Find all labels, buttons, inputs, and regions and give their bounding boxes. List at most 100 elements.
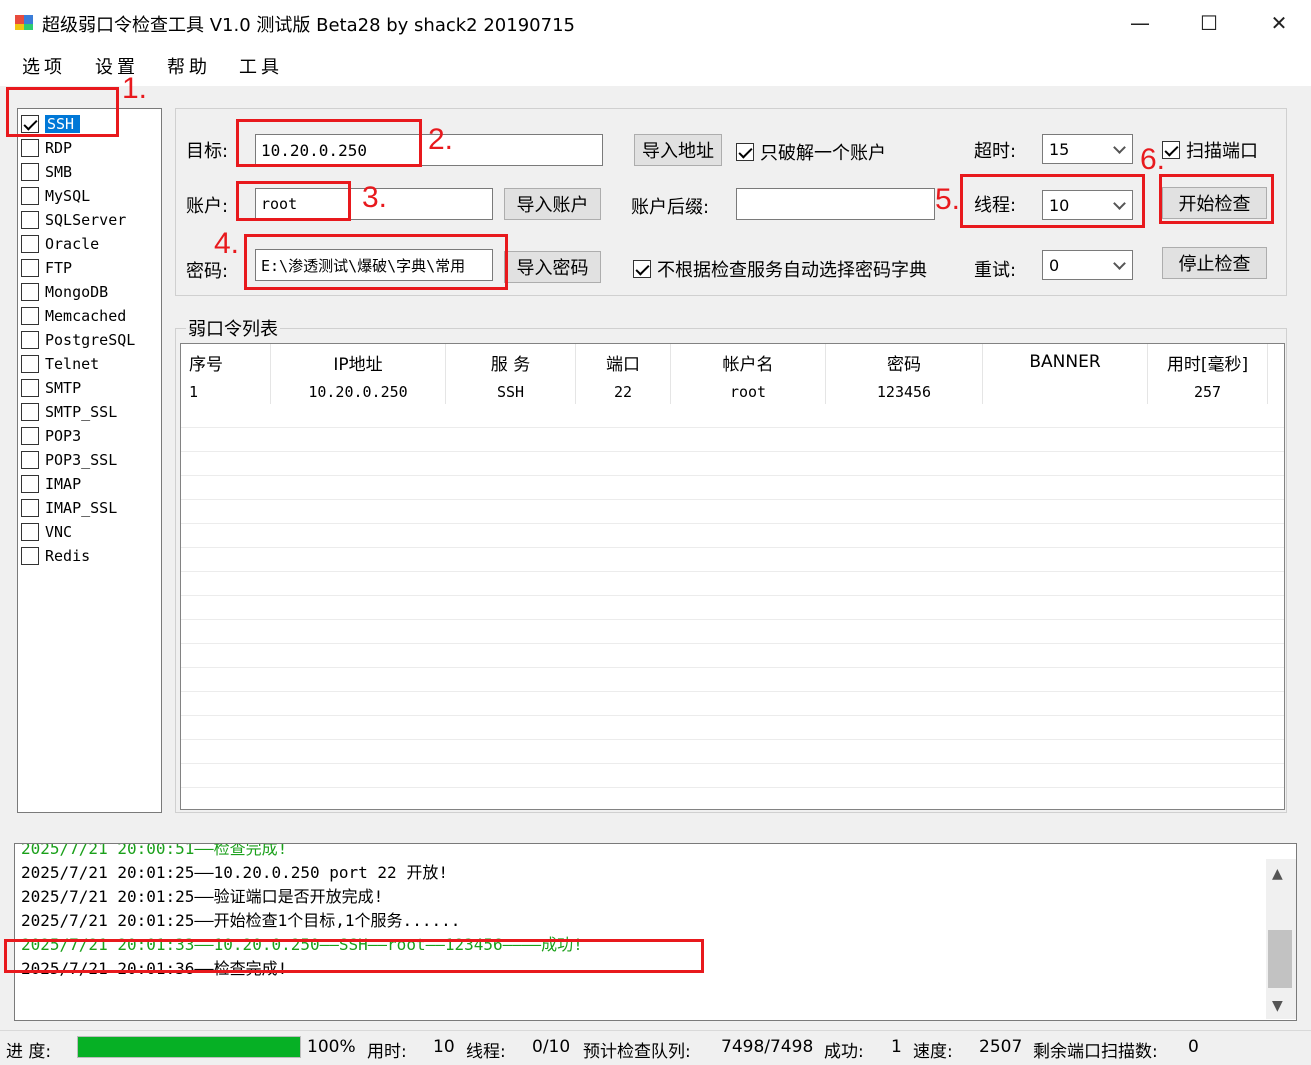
service-item-postgresql[interactable]: PostgreSQL bbox=[21, 329, 159, 351]
scan-port-label: 扫描端口 bbox=[1186, 141, 1258, 162]
service-label: Telnet bbox=[45, 355, 100, 373]
threads-status-label: 线程: bbox=[466, 1042, 506, 1062]
column-header[interactable]: 密码 bbox=[826, 344, 983, 380]
maximize-icon: ☐ bbox=[1200, 11, 1218, 35]
service-item-mysql[interactable]: MySQL bbox=[21, 185, 159, 207]
checkbox-icon[interactable] bbox=[21, 475, 39, 493]
import-password-button[interactable]: 导入密码 bbox=[504, 251, 601, 283]
checkbox-icon[interactable] bbox=[21, 523, 39, 541]
minimize-icon: — bbox=[1130, 11, 1150, 35]
timeout-select[interactable]: 15 bbox=[1042, 134, 1133, 164]
log-scrollbar-thumb[interactable] bbox=[1268, 930, 1292, 988]
service-label: Oracle bbox=[45, 235, 100, 253]
checkbox-icon[interactable] bbox=[21, 427, 39, 445]
log-panel[interactable]: 2025/7/21 20:00:51——检查完成! 2025/7/21 20:01… bbox=[14, 843, 1297, 1021]
service-label: VNC bbox=[45, 523, 73, 541]
suffix-input[interactable] bbox=[736, 188, 935, 220]
checkbox-icon[interactable] bbox=[21, 163, 39, 181]
column-header[interactable]: BANNER bbox=[983, 344, 1148, 380]
checkbox-icon bbox=[633, 260, 651, 278]
timeout-label: 超时: bbox=[974, 141, 1017, 162]
grid-line bbox=[181, 451, 1284, 452]
import-account-button[interactable]: 导入账户 bbox=[504, 188, 601, 220]
grid-line bbox=[181, 595, 1284, 596]
checkbox-icon[interactable] bbox=[21, 499, 39, 517]
grid-line bbox=[181, 547, 1284, 548]
service-item-rdp[interactable]: RDP bbox=[21, 137, 159, 159]
service-item-smtp[interactable]: SMTP bbox=[21, 377, 159, 399]
service-item-oracle[interactable]: Oracle bbox=[21, 233, 159, 255]
maximize-button[interactable]: ☐ bbox=[1174, 0, 1244, 46]
column-header[interactable]: 用时[毫秒] bbox=[1148, 344, 1268, 380]
column-header[interactable]: 服 务 bbox=[446, 344, 576, 380]
checkbox-icon[interactable] bbox=[21, 283, 39, 301]
checkbox-icon[interactable] bbox=[21, 547, 39, 565]
service-label: SMB bbox=[45, 163, 73, 181]
checkbox-icon[interactable] bbox=[21, 355, 39, 373]
service-item-imap_ssl[interactable]: IMAP_SSL bbox=[21, 497, 159, 519]
retry-value: 0 bbox=[1049, 255, 1060, 275]
checkbox-icon[interactable] bbox=[21, 451, 39, 469]
retry-select[interactable]: 0 bbox=[1042, 250, 1133, 280]
result-table[interactable]: 序号 IP地址服 务端口 帐户名 密码 BANNER 用时[毫秒] 1 10.20.0.25… bbox=[180, 343, 1285, 810]
service-item-pop3_ssl[interactable]: POP3_SSL bbox=[21, 449, 159, 471]
scroll-up-icon[interactable]: ▲ bbox=[1272, 866, 1283, 882]
service-item-ftp[interactable]: FTP bbox=[21, 257, 159, 279]
column-header[interactable]: 帐户名 bbox=[671, 344, 826, 380]
service-item-imap[interactable]: IMAP bbox=[21, 473, 159, 495]
service-item-telnet[interactable]: Telnet bbox=[21, 353, 159, 375]
service-item-sqlserver[interactable]: SQLServer bbox=[21, 209, 159, 231]
service-label: SQLServer bbox=[45, 211, 127, 229]
service-label: POP3 bbox=[45, 427, 82, 445]
menu-help[interactable]: 帮助 bbox=[167, 53, 211, 79]
retry-label: 重试: bbox=[974, 260, 1017, 281]
service-item-vnc[interactable]: VNC bbox=[21, 521, 159, 543]
close-button[interactable]: ✕ bbox=[1244, 0, 1311, 46]
annotation-box-log bbox=[4, 939, 704, 973]
import-address-button[interactable]: 导入地址 bbox=[634, 134, 722, 166]
checkbox-icon[interactable] bbox=[21, 235, 39, 253]
no-auto-dict-checkbox[interactable]: 不根据检查服务自动选择密码字典 bbox=[633, 256, 927, 282]
service-item-memcached[interactable]: Memcached bbox=[21, 305, 159, 327]
annotation-label-2: 2. bbox=[428, 123, 454, 156]
checkbox-icon[interactable] bbox=[21, 259, 39, 277]
table-row[interactable]: 1 10.20.0.250 SSH 22 root 123456 257 bbox=[181, 380, 1268, 404]
scroll-down-icon[interactable]: ▼ bbox=[1272, 998, 1283, 1014]
grid-line bbox=[181, 427, 1284, 428]
annotation-box-4 bbox=[244, 234, 508, 290]
checkbox-icon[interactable] bbox=[21, 211, 39, 229]
service-item-mongodb[interactable]: MongoDB bbox=[21, 281, 159, 303]
checkbox-icon[interactable] bbox=[21, 379, 39, 397]
single-account-checkbox[interactable]: 只破解一个账户 bbox=[736, 139, 886, 165]
table-cell: SSH bbox=[446, 380, 576, 404]
column-header[interactable]: 端口 bbox=[576, 344, 671, 380]
minimize-button[interactable]: — bbox=[1105, 0, 1175, 46]
success-value: 1 bbox=[891, 1037, 902, 1057]
checkbox-icon[interactable] bbox=[21, 187, 39, 205]
checkbox-icon[interactable] bbox=[21, 139, 39, 157]
service-label: RDP bbox=[45, 139, 73, 157]
service-item-smb[interactable]: SMB bbox=[21, 161, 159, 183]
grid-line bbox=[181, 619, 1284, 620]
checkbox-icon[interactable] bbox=[21, 307, 39, 325]
menu-options[interactable]: 选项 bbox=[22, 53, 66, 79]
table-header: 序号 IP地址服 务端口 帐户名 密码 BANNER 用时[毫秒] bbox=[181, 344, 1268, 380]
speed-label: 速度: bbox=[913, 1042, 953, 1062]
grid-line bbox=[181, 763, 1284, 764]
chevron-down-icon bbox=[1113, 141, 1126, 154]
checkbox-icon[interactable] bbox=[21, 403, 39, 421]
stop-check-button[interactable]: 停止检查 bbox=[1162, 247, 1267, 279]
service-label: SMTP bbox=[45, 379, 82, 397]
column-header[interactable]: 序号 bbox=[181, 344, 271, 380]
scan-port-checkbox[interactable]: 扫描端口 bbox=[1162, 137, 1258, 163]
service-item-pop3[interactable]: POP3 bbox=[21, 425, 159, 447]
checkbox-icon[interactable] bbox=[21, 331, 39, 349]
service-item-smtp_ssl[interactable]: SMTP_SSL bbox=[21, 401, 159, 423]
column-header[interactable]: IP地址 bbox=[271, 344, 446, 380]
queue-label: 预计检查队列: bbox=[583, 1042, 691, 1062]
service-item-redis[interactable]: Redis bbox=[21, 545, 159, 567]
annotation-box-5 bbox=[960, 174, 1145, 228]
menu-tools[interactable]: 工具 bbox=[239, 53, 283, 79]
grid-line bbox=[181, 715, 1284, 716]
service-list[interactable]: SSH RDP SMB MySQL SQLServer Oracle FTP MongoDB M… bbox=[17, 108, 162, 813]
